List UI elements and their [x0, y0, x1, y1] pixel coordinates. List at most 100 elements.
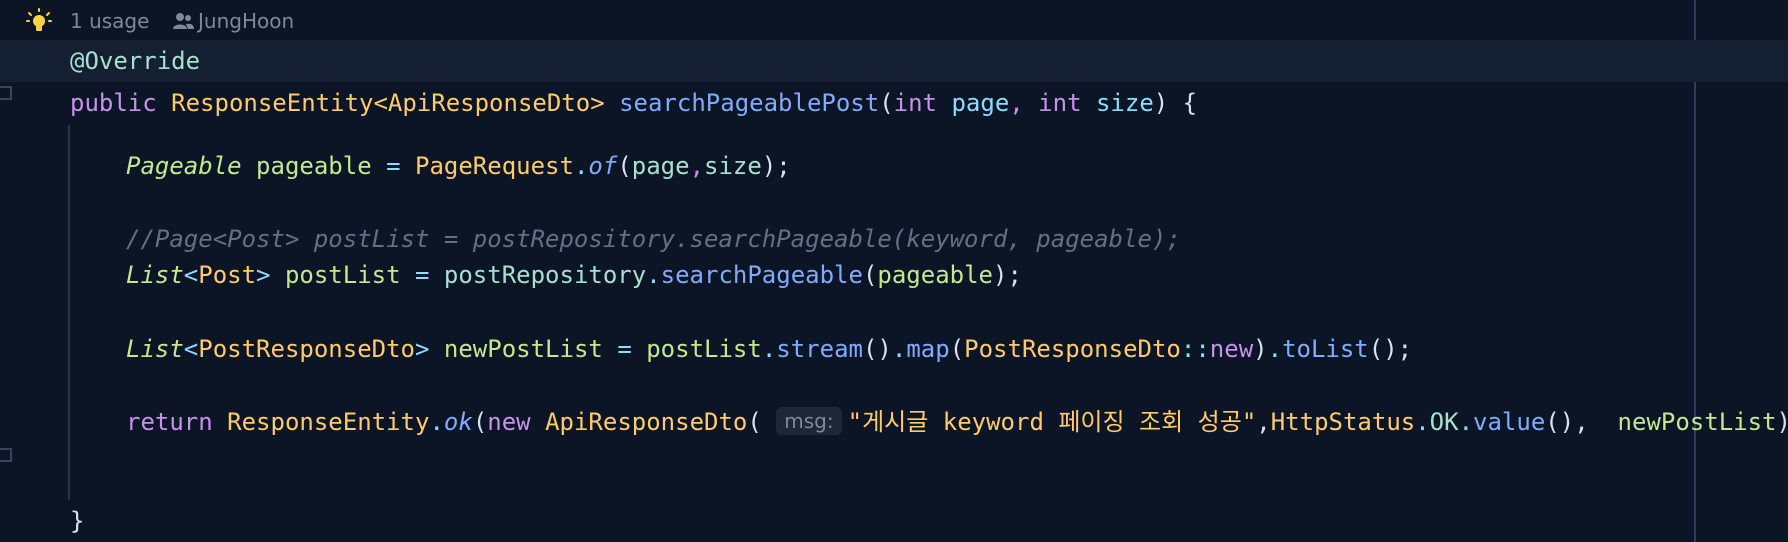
code-text: @Override [70, 40, 200, 82]
keyword: int [1038, 89, 1082, 117]
punctuation: ); [993, 261, 1022, 289]
punctuation: , [689, 152, 705, 180]
person-icon [173, 13, 194, 29]
punctuation: () [862, 335, 892, 363]
punctuation: . [1458, 408, 1474, 436]
operator: = [386, 152, 401, 180]
argument: size [704, 152, 762, 180]
keyword: public [70, 89, 157, 117]
argument: newPostList [1617, 408, 1777, 436]
type-name: List [126, 335, 184, 363]
keyword: return [126, 408, 213, 436]
author-hint[interactable]: JungHoon [198, 8, 294, 34]
keyword: int [893, 89, 938, 117]
parameter: size [1095, 89, 1154, 117]
punctuation: () [1545, 408, 1575, 436]
code-line[interactable]: public ResponseEntity<ApiResponseDto> se… [0, 82, 1788, 124]
keyword: new [487, 408, 531, 436]
punctuation: . [1415, 408, 1430, 436]
punctuation: (); [1368, 335, 1413, 363]
punctuation: < [373, 89, 388, 117]
punctuation: ( [862, 261, 878, 289]
class-name: PostResponseDto [964, 335, 1181, 363]
code-line[interactable]: return ResponseEntity.ok(new ApiResponse… [0, 401, 1788, 443]
usages-hint[interactable]: 1 usage [70, 8, 149, 34]
method-name: of [588, 152, 618, 180]
code-text: Pageable pageable = PageRequest.of(page,… [126, 145, 791, 187]
punctuation: , [1009, 89, 1024, 117]
punctuation: ( [879, 89, 894, 117]
punctuation: :: [1180, 335, 1210, 363]
argument: pageable [877, 261, 993, 289]
code-line[interactable]: Pageable pageable = PageRequest.of(page,… [0, 145, 1788, 187]
variable: newPostList [443, 335, 603, 363]
variable: postList [284, 261, 401, 289]
type-name: ApiResponseDto [387, 89, 591, 117]
punctuation: ); [761, 152, 791, 180]
punctuation: . [646, 261, 661, 289]
punctuation: < [183, 261, 199, 289]
punctuation: < [183, 335, 199, 363]
type-name: ResponseEntity [171, 89, 374, 117]
punctuation: > [415, 335, 430, 363]
method-name: toList [1282, 335, 1369, 363]
punctuation: > [590, 89, 605, 117]
punctuation: . [761, 335, 777, 363]
lightbulb-icon[interactable] [26, 8, 52, 34]
punctuation: . [429, 408, 444, 436]
field-name: postRepository [443, 261, 647, 289]
punctuation: ( [949, 335, 965, 363]
code-text: List<Post> postList = postRepository.sea… [126, 254, 1022, 296]
punctuation: ) [1253, 335, 1268, 363]
code-line[interactable]: List<PostResponseDto> newPostList = post… [0, 328, 1788, 370]
punctuation: . [1267, 335, 1283, 363]
class-name: ResponseEntity [227, 408, 430, 436]
method-name: ok [443, 408, 473, 436]
operator: = [617, 335, 632, 363]
code-line[interactable]: } [0, 500, 1788, 542]
parameter: page [951, 89, 1010, 117]
constant: OK [1429, 408, 1459, 436]
punctuation: . [891, 335, 907, 363]
closing-brace: } [70, 507, 85, 535]
punctuation: ) [1153, 89, 1169, 117]
code-text: } [70, 500, 84, 542]
punctuation: , [1256, 408, 1271, 436]
type-name: Post [198, 261, 257, 289]
punctuation: > [256, 261, 271, 289]
parameter-hint: msg: [776, 407, 842, 435]
type-name: List [126, 261, 184, 289]
operator: = [415, 261, 430, 289]
punctuation: . [573, 152, 589, 180]
class-name: HttpStatus [1270, 408, 1416, 436]
variable: postList [646, 335, 762, 363]
punctuation: )); [1777, 408, 1788, 436]
punctuation: { [1168, 89, 1198, 117]
punctuation: ( [617, 152, 632, 180]
punctuation: , [1574, 408, 1589, 436]
code-text: return ResponseEntity.ok(new ApiResponse… [126, 401, 1788, 443]
code-line[interactable]: @Override [0, 40, 1788, 82]
keyword: new [1209, 335, 1254, 363]
variable: pageable [256, 152, 372, 180]
comment: //Page<Post> postList = postRepository.s… [126, 225, 1181, 253]
code-text: public ResponseEntity<ApiResponseDto> se… [70, 82, 1197, 124]
method-name: map [906, 335, 950, 363]
class-name: PageRequest [415, 152, 574, 180]
method-name: stream [776, 335, 863, 363]
code-text: List<PostResponseDto> newPostList = post… [126, 328, 1412, 370]
class-name: ApiResponseDto [545, 408, 748, 436]
method-name: value [1473, 408, 1546, 436]
code-editor[interactable]: 1 usage JungHoon @Override public Respon… [0, 0, 1788, 542]
punctuation: ( [747, 408, 762, 436]
type-name: Pageable [126, 152, 242, 180]
code-line[interactable]: List<Post> postList = postRepository.sea… [0, 254, 1788, 296]
annotation: @Override [70, 47, 201, 75]
punctuation: ( [472, 408, 488, 436]
code-vision-hints: 1 usage JungHoon [0, 0, 1788, 40]
argument: page [631, 152, 690, 180]
method-name: searchPageablePost [619, 89, 880, 117]
method-name: searchPageable [660, 261, 863, 289]
type-name: PostResponseDto [198, 335, 415, 363]
